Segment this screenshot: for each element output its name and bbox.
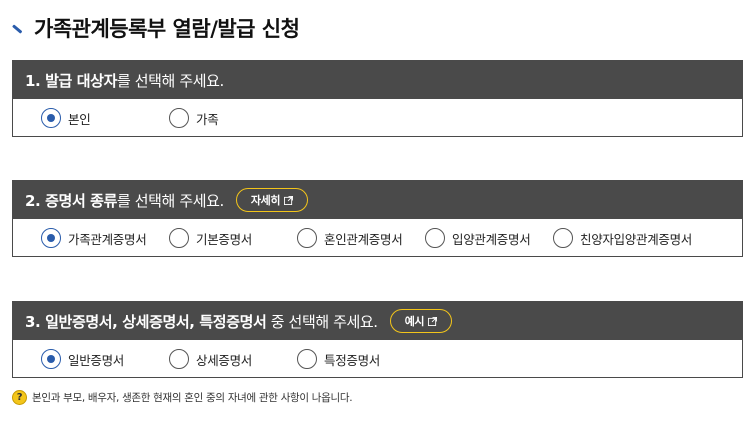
section-detail-level: 3. 일반증명서, 상세증명서, 특정증명서 중 선택해 주세요. 예시 일반증… [12, 301, 743, 378]
help-note-text: 본인과 부모, 배우자, 생존한 현재의 혼인 중의 자녀에 관한 사항이 나옵… [32, 392, 353, 404]
page-title-text: 가족관계등록부 열람/발급 신청 [34, 17, 300, 41]
radio-label: 가족관계증명서 [68, 231, 147, 247]
radio-label: 혼인관계증명서 [324, 231, 403, 247]
radio-unchecked-icon[interactable] [297, 228, 317, 248]
section-recipient-title-strong: 1. 발급 대상자 [25, 71, 117, 90]
radio-specific-cert[interactable]: 특정증명서 [297, 349, 380, 369]
radio-label: 본인 [68, 111, 91, 127]
radio-label: 기본증명서 [196, 231, 253, 247]
radio-label: 일반증명서 [68, 352, 125, 368]
radio-label: 상세증명서 [196, 352, 253, 368]
example-button[interactable]: 예시 [389, 309, 453, 333]
details-button-label: 자세히 [250, 194, 281, 207]
section-recipient-header: 1. 발급 대상자 를 선택해 주세요. [13, 61, 742, 99]
section-certificate-type-title-rest: 를 선택해 주세요. [116, 191, 224, 210]
section-certificate-type-options: 가족관계증명서 기본증명서 혼인관계증명서 입양관계증명서 친양자입양관계증명서 [13, 219, 742, 256]
radio-label: 친양자입양관계증명서 [580, 231, 693, 247]
radio-adoption-cert[interactable]: 입양관계증명서 [425, 228, 531, 248]
external-link-icon [428, 316, 438, 326]
radio-family-relation-cert[interactable]: 가족관계증명서 [41, 228, 147, 248]
section-certificate-type-title-strong: 2. 증명서 종류 [25, 191, 117, 210]
radio-unchecked-icon[interactable] [169, 108, 189, 128]
external-link-icon [284, 195, 294, 205]
radio-unchecked-icon[interactable] [553, 228, 573, 248]
radio-checked-icon[interactable] [41, 108, 61, 128]
details-button[interactable]: 자세히 [235, 188, 309, 212]
radio-recipient-family[interactable]: 가족 [169, 108, 219, 128]
radio-unchecked-icon[interactable] [297, 349, 317, 369]
radio-unchecked-icon[interactable] [169, 228, 189, 248]
section-certificate-type-header: 2. 증명서 종류 를 선택해 주세요. 자세히 [13, 181, 742, 219]
radio-recipient-self[interactable]: 본인 [41, 108, 91, 128]
page-title: 가족관계등록부 열람/발급 신청 [12, 10, 300, 46]
title-mark-icon [12, 22, 24, 34]
section-certificate-type: 2. 증명서 종류 를 선택해 주세요. 자세히 가족관계증명서 기본증명서 혼… [12, 180, 743, 257]
radio-checked-icon[interactable] [41, 228, 61, 248]
section-recipient: 1. 발급 대상자 를 선택해 주세요. 본인 가족 [12, 60, 743, 137]
radio-label: 특정증명서 [324, 352, 381, 368]
question-icon: ? [12, 390, 27, 405]
help-note: ? 본인과 부모, 배우자, 생존한 현재의 혼인 중의 자녀에 관한 사항이 … [12, 390, 353, 405]
section-recipient-title-rest: 를 선택해 주세요. [116, 71, 224, 90]
radio-general-cert[interactable]: 일반증명서 [41, 349, 124, 369]
section-detail-level-title-strong: 3. 일반증명서, 상세증명서, 특정증명서 [25, 312, 267, 331]
radio-unchecked-icon[interactable] [425, 228, 445, 248]
section-detail-level-header: 3. 일반증명서, 상세증명서, 특정증명서 중 선택해 주세요. 예시 [13, 302, 742, 340]
radio-basic-cert[interactable]: 기본증명서 [169, 228, 252, 248]
radio-label: 입양관계증명서 [452, 231, 531, 247]
section-detail-level-options: 일반증명서 상세증명서 특정증명서 [13, 340, 742, 377]
example-button-label: 예시 [404, 315, 425, 328]
radio-checked-icon[interactable] [41, 349, 61, 369]
section-detail-level-title-rest: 중 선택해 주세요. [266, 312, 378, 331]
radio-detailed-cert[interactable]: 상세증명서 [169, 349, 252, 369]
radio-full-adoption-cert[interactable]: 친양자입양관계증명서 [553, 228, 692, 248]
radio-marriage-cert[interactable]: 혼인관계증명서 [297, 228, 403, 248]
radio-unchecked-icon[interactable] [169, 349, 189, 369]
section-recipient-options: 본인 가족 [13, 99, 742, 136]
radio-label: 가족 [196, 111, 219, 127]
